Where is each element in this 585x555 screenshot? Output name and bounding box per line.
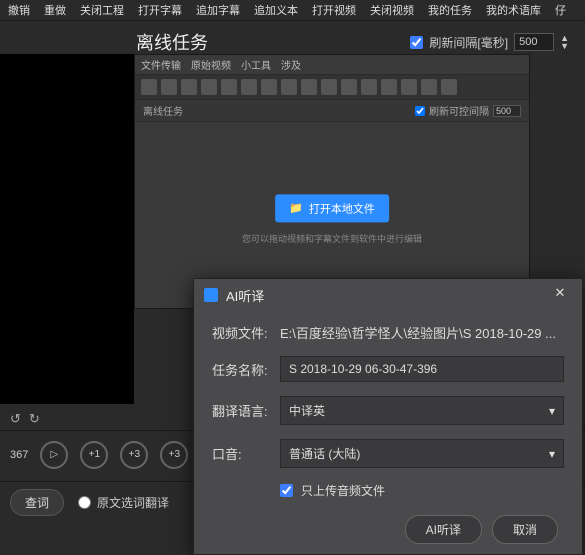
translate-lang-row: 翻译语言: 中译英 ▾ bbox=[212, 396, 564, 425]
cancel-button[interactable]: 取消 bbox=[492, 515, 558, 544]
menu-close-project[interactable]: 关闭工程 bbox=[80, 2, 124, 18]
upload-audio-only-checkbox[interactable] bbox=[280, 484, 293, 497]
timeline-offset-1[interactable]: +1 bbox=[80, 441, 108, 469]
toolbar-icon[interactable] bbox=[301, 79, 317, 95]
inner-menu-file[interactable]: 文件传输 bbox=[141, 57, 181, 72]
toolbar-icon[interactable] bbox=[281, 79, 297, 95]
upload-audio-only-label: 只上传音频文件 bbox=[301, 482, 385, 499]
timeline-play-button[interactable]: ▷ bbox=[40, 441, 68, 469]
ai-translate-dialog: AI听译 ✕ 视频文件: E:\百度经验\哲学怪人\经验图片\S 2018-10… bbox=[193, 278, 583, 555]
dialog-header: AI听译 ✕ bbox=[194, 279, 582, 311]
inner-menu-tools[interactable]: 小工具 bbox=[241, 57, 271, 72]
inner-menu: 文件传输 原始视频 小工具 涉及 bbox=[135, 55, 529, 75]
translate-lang-select[interactable]: 中译英 ▾ bbox=[280, 396, 564, 425]
inner-subbar: 离线任务 刷新可控间隔 bbox=[135, 100, 529, 122]
accent-label: 口音: bbox=[212, 444, 280, 463]
menu-open-video[interactable]: 打开视频 bbox=[312, 2, 356, 18]
toolbar-icon[interactable] bbox=[321, 79, 337, 95]
refresh-stepper[interactable]: ▲▼ bbox=[560, 34, 569, 50]
listen-translate-toggle[interactable]: 原文选词翻译 bbox=[78, 494, 169, 511]
chevron-down-icon: ▾ bbox=[549, 447, 555, 461]
dialog-footer: AI听译 取消 bbox=[212, 515, 564, 544]
toolbar-icon[interactable] bbox=[181, 79, 197, 95]
translate-lang-label: 翻译语言: bbox=[212, 401, 280, 420]
dialog-app-icon bbox=[204, 288, 218, 302]
menu-append-subtitle[interactable]: 追加字幕 bbox=[196, 2, 240, 18]
video-file-value: E:\百度经验\哲学怪人\经验图片\S 2018-10-29 ... bbox=[280, 323, 564, 342]
refresh-checkbox[interactable] bbox=[410, 36, 423, 49]
toolbar-icon[interactable] bbox=[341, 79, 357, 95]
toolbar-icon[interactable] bbox=[261, 79, 277, 95]
menu-append-text[interactable]: 追加义本 bbox=[254, 2, 298, 18]
timeline-offset-3[interactable]: +3 bbox=[160, 441, 188, 469]
close-icon[interactable]: ✕ bbox=[548, 285, 572, 305]
timeline-offset-2[interactable]: +3 bbox=[120, 441, 148, 469]
inner-refresh-label: 刷新可控间隔 bbox=[429, 103, 489, 118]
toolbar-icon[interactable] bbox=[421, 79, 437, 95]
upload-audio-only-row: 只上传音频文件 bbox=[280, 482, 564, 499]
toolbar-icon[interactable] bbox=[441, 79, 457, 95]
confirm-button[interactable]: AI听译 bbox=[405, 515, 482, 544]
menu-undo[interactable]: 撤销 bbox=[8, 2, 30, 18]
rotate-right-icon[interactable]: ↻ bbox=[29, 411, 40, 427]
open-hint: 您可以拖动视频和字幕文件到软件中进行编辑 bbox=[242, 232, 422, 245]
dialog-title: AI听译 bbox=[226, 286, 264, 305]
inner-menu-raw[interactable]: 原始视频 bbox=[191, 57, 231, 72]
video-preview-black bbox=[0, 54, 134, 404]
inner-refresh-checkbox[interactable] bbox=[415, 106, 425, 116]
listen-translate-radio[interactable] bbox=[78, 496, 91, 509]
refresh-label: 刷新间隔[毫秒] bbox=[429, 34, 508, 51]
menu-open-subtitle[interactable]: 打开字幕 bbox=[138, 2, 182, 18]
accent-value: 普通话 (大陆) bbox=[289, 445, 360, 462]
menu-close-video[interactable]: 关闭视频 bbox=[370, 2, 414, 18]
toolbar-icon[interactable] bbox=[381, 79, 397, 95]
menu-more[interactable]: 仔 bbox=[555, 2, 566, 18]
refresh-interval-input[interactable] bbox=[514, 33, 554, 51]
menu-redo[interactable]: 重做 bbox=[44, 2, 66, 18]
folder-icon: 📁 bbox=[289, 201, 303, 214]
toolbar-icon[interactable] bbox=[361, 79, 377, 95]
open-local-file-label: 打开本地文件 bbox=[309, 200, 375, 216]
dialog-body: 视频文件: E:\百度经验\哲学怪人\经验图片\S 2018-10-29 ...… bbox=[194, 311, 582, 554]
menu-my-tasks[interactable]: 我的任务 bbox=[428, 2, 472, 18]
task-name-input[interactable] bbox=[280, 356, 564, 382]
inner-toolbar bbox=[135, 75, 529, 100]
task-name-label: 任务名称: bbox=[212, 360, 280, 379]
accent-select[interactable]: 普通话 (大陆) ▾ bbox=[280, 439, 564, 468]
listen-translate-label: 原文选词翻译 bbox=[97, 494, 169, 511]
refresh-control: 刷新间隔[毫秒] ▲▼ bbox=[410, 33, 569, 51]
open-local-file-button[interactable]: 📁 打开本地文件 bbox=[275, 194, 389, 222]
toolbar-icon[interactable] bbox=[221, 79, 237, 95]
video-file-label: 视频文件: bbox=[212, 323, 280, 342]
lookup-button[interactable]: 查词 bbox=[10, 489, 64, 516]
chevron-down-icon: ▾ bbox=[549, 404, 555, 418]
timeline-time: 367 bbox=[10, 449, 28, 461]
top-menu: 撤销 重做 关闭工程 打开字幕 追加字幕 追加义本 打开视频 关闭视频 我的任务… bbox=[0, 0, 585, 21]
video-file-row: 视频文件: E:\百度经验\哲学怪人\经验图片\S 2018-10-29 ... bbox=[212, 323, 564, 342]
inner-window: 文件传输 原始视频 小工具 涉及 离线任务 刷新可控间隔 📁 打开本地文件 bbox=[134, 54, 530, 309]
rotate-left-icon[interactable]: ↺ bbox=[10, 411, 21, 427]
toolbar-icon[interactable] bbox=[241, 79, 257, 95]
toolbar-icon[interactable] bbox=[201, 79, 217, 95]
toolbar-icon[interactable] bbox=[141, 79, 157, 95]
menu-my-glossary[interactable]: 我的术语库 bbox=[486, 2, 541, 18]
page-title: 离线任务 bbox=[136, 29, 208, 55]
inner-menu-design[interactable]: 涉及 bbox=[281, 57, 301, 72]
task-name-row: 任务名称: bbox=[212, 356, 564, 382]
inner-subbar-title: 离线任务 bbox=[143, 103, 183, 118]
toolbar-icon[interactable] bbox=[161, 79, 177, 95]
inner-refresh-input[interactable] bbox=[493, 105, 521, 117]
toolbar-icon[interactable] bbox=[401, 79, 417, 95]
accent-row: 口音: 普通话 (大陆) ▾ bbox=[212, 439, 564, 468]
translate-lang-value: 中译英 bbox=[289, 402, 325, 419]
